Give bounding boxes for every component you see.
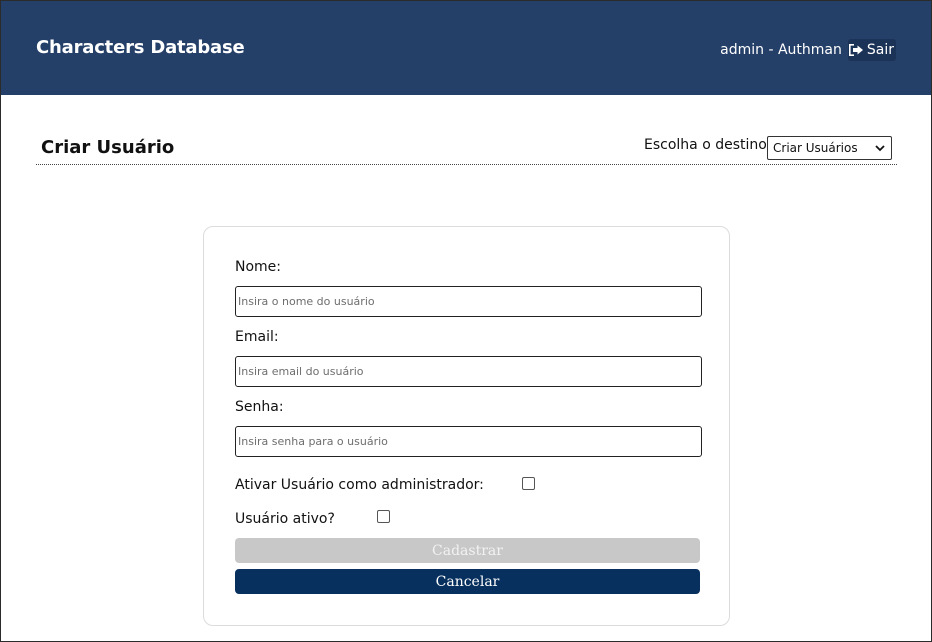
name-input[interactable] xyxy=(235,286,702,317)
app-window: Characters Database admin - Authman Sair… xyxy=(0,0,932,642)
admin-checkbox[interactable] xyxy=(522,477,535,490)
cancel-button[interactable]: Cancelar xyxy=(235,569,700,594)
logout-button[interactable]: Sair xyxy=(847,39,896,61)
active-checkbox-label: Usuário ativo? xyxy=(235,511,335,527)
user-area: admin - Authman Sair xyxy=(720,39,896,61)
destination-label: Escolha o destino xyxy=(644,137,767,153)
destination-select[interactable]: Criar Usuários xyxy=(767,136,892,160)
user-label: admin - Authman xyxy=(720,42,842,58)
chevron-down-icon xyxy=(875,145,885,152)
email-input[interactable] xyxy=(235,356,702,387)
sign-out-icon xyxy=(848,44,863,56)
active-checkbox[interactable] xyxy=(377,510,390,523)
section-divider xyxy=(36,164,897,165)
page-title: Criar Usuário xyxy=(41,137,175,158)
email-label: Email: xyxy=(235,329,279,345)
destination-selected-value: Criar Usuários xyxy=(773,141,858,155)
name-label: Nome: xyxy=(235,259,282,275)
submit-button[interactable]: Cadastrar xyxy=(235,538,700,563)
password-label: Senha: xyxy=(235,399,284,415)
admin-checkbox-label: Ativar Usuário como administrador: xyxy=(235,477,484,493)
logout-label: Sair xyxy=(866,42,894,58)
brand-title[interactable]: Characters Database xyxy=(36,37,245,58)
create-user-form: Nome: Email: Senha: Ativar Usuário como … xyxy=(203,226,730,626)
top-navbar: Characters Database admin - Authman Sair xyxy=(1,1,931,95)
password-input[interactable] xyxy=(235,426,702,457)
